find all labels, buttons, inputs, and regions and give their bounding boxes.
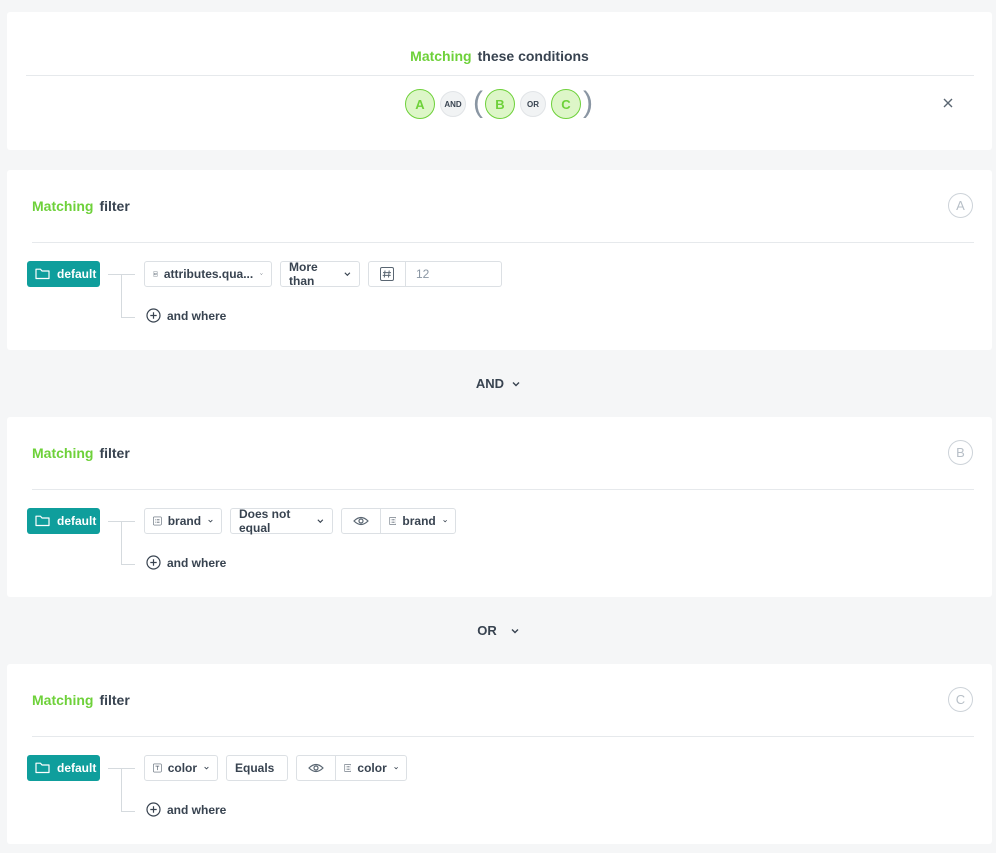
logic-connector-select[interactable]: OR — [477, 623, 519, 638]
formula-letter-c[interactable]: C — [551, 89, 581, 119]
tree-connector — [121, 274, 122, 317]
hash-icon — [153, 271, 158, 277]
source-label: default — [57, 514, 97, 528]
folder-icon — [35, 762, 50, 774]
attribute-select[interactable]: attributes.qua... — [144, 261, 272, 287]
summary-heading-text: these conditions — [477, 48, 589, 64]
filter-card-b: Matching filter B default brand Does not … — [7, 417, 992, 597]
value-input[interactable]: 12 — [406, 261, 502, 287]
chevron-down-icon — [317, 519, 324, 524]
and-where-label: and where — [167, 308, 227, 323]
tree-connector — [121, 811, 135, 812]
folder-icon — [35, 515, 50, 527]
value-attribute-label: brand — [402, 514, 436, 528]
attribute-select[interactable]: color — [144, 755, 218, 781]
formula-open-paren: ( — [473, 85, 483, 119]
close-icon[interactable] — [941, 96, 955, 110]
tree-connector — [121, 317, 135, 318]
chevron-down-icon — [443, 519, 447, 523]
plus-circle-icon — [146, 555, 161, 570]
and-where-button[interactable]: and where — [146, 308, 226, 323]
tree-connector — [121, 521, 122, 564]
operator-select[interactable]: Equals — [226, 755, 288, 781]
formula-operator-and[interactable]: AND — [440, 91, 466, 117]
value-type-select[interactable] — [368, 261, 406, 287]
operator-select[interactable]: More than — [280, 260, 360, 288]
filter-divider — [32, 489, 974, 490]
logic-connector: AND — [0, 376, 996, 391]
attribute-label: brand — [167, 514, 202, 528]
chevron-down-icon — [260, 273, 263, 275]
and-where-button[interactable]: and where — [146, 555, 226, 570]
folder-icon — [35, 268, 50, 280]
chevron-down-icon — [344, 272, 351, 277]
plus-circle-icon — [146, 308, 161, 323]
filter-divider — [32, 736, 974, 737]
condition-formula: A AND ( B OR C ) — [405, 85, 595, 120]
filter-heading-text: filter — [99, 198, 130, 214]
list-icon — [344, 764, 352, 772]
filter-heading-accent: Matching — [32, 692, 94, 708]
value-mode-toggle[interactable] — [341, 508, 381, 534]
attribute-select[interactable]: brand — [144, 508, 222, 534]
tree-connector — [121, 564, 135, 565]
logic-connector: OR — [0, 623, 996, 638]
source-label: default — [57, 761, 97, 775]
hash-icon — [380, 267, 394, 281]
filter-heading: Matching filter — [32, 445, 130, 461]
formula-operator-or[interactable]: OR — [520, 91, 546, 117]
source-folder-button[interactable]: default — [27, 755, 100, 781]
filter-letter-badge: A — [948, 193, 973, 218]
formula-letter-b[interactable]: B — [485, 89, 515, 119]
chevron-down-icon — [204, 766, 209, 770]
source-label: default — [57, 267, 97, 281]
list-icon — [389, 517, 397, 525]
value-attribute-select[interactable]: color — [335, 755, 407, 781]
operator-label: More than — [289, 260, 318, 288]
filter-heading: Matching filter — [32, 692, 130, 708]
logic-connector-label: AND — [475, 376, 505, 391]
plus-circle-icon — [146, 802, 161, 817]
filter-heading-text: filter — [99, 692, 130, 708]
formula-letter-a[interactable]: A — [405, 89, 435, 119]
operator-select[interactable]: Does not equal — [230, 507, 333, 535]
filter-heading: Matching filter — [32, 198, 130, 214]
list-icon — [153, 516, 162, 526]
chevron-down-icon — [394, 766, 398, 770]
and-where-label: and where — [167, 802, 227, 817]
operator-label: Equals — [235, 761, 275, 775]
tree-connector — [121, 768, 122, 811]
eye-icon — [308, 763, 324, 773]
filter-heading-accent: Matching — [32, 198, 94, 214]
filter-letter-badge: C — [948, 687, 973, 712]
formula-close-paren: ) — [583, 85, 593, 119]
value-attribute-label: color — [357, 761, 387, 775]
chevron-down-icon — [512, 381, 520, 386]
conditions-summary-card: Matching these conditions A AND ( B OR C … — [7, 12, 992, 150]
summary-heading: Matching these conditions — [7, 48, 992, 64]
text-icon — [153, 763, 162, 773]
filter-heading-text: filter — [99, 445, 130, 461]
chevron-down-icon — [511, 628, 519, 633]
filter-letter-badge: B — [948, 440, 973, 465]
eye-icon — [353, 516, 369, 526]
logic-connector-select[interactable]: AND — [476, 376, 520, 391]
attribute-label: attributes.qua... — [163, 267, 254, 281]
filter-heading-accent: Matching — [32, 445, 94, 461]
attribute-label: color — [167, 761, 198, 775]
chevron-down-icon — [208, 519, 213, 523]
operator-label: Does not equal — [239, 507, 291, 535]
summary-divider — [26, 75, 974, 76]
and-where-button[interactable]: and where — [146, 802, 226, 817]
value-mode-toggle[interactable] — [296, 755, 336, 781]
source-folder-button[interactable]: default — [27, 261, 100, 287]
filter-divider — [32, 242, 974, 243]
filter-card-a: Matching filter A default attributes.qua.… — [7, 170, 992, 350]
and-where-label: and where — [167, 555, 227, 570]
value-attribute-select[interactable]: brand — [380, 508, 456, 534]
source-folder-button[interactable]: default — [27, 508, 100, 534]
summary-heading-accent: Matching — [410, 48, 472, 64]
filter-card-c: Matching filter C default color Equals co… — [7, 664, 992, 844]
logic-connector-label: OR — [477, 623, 497, 638]
